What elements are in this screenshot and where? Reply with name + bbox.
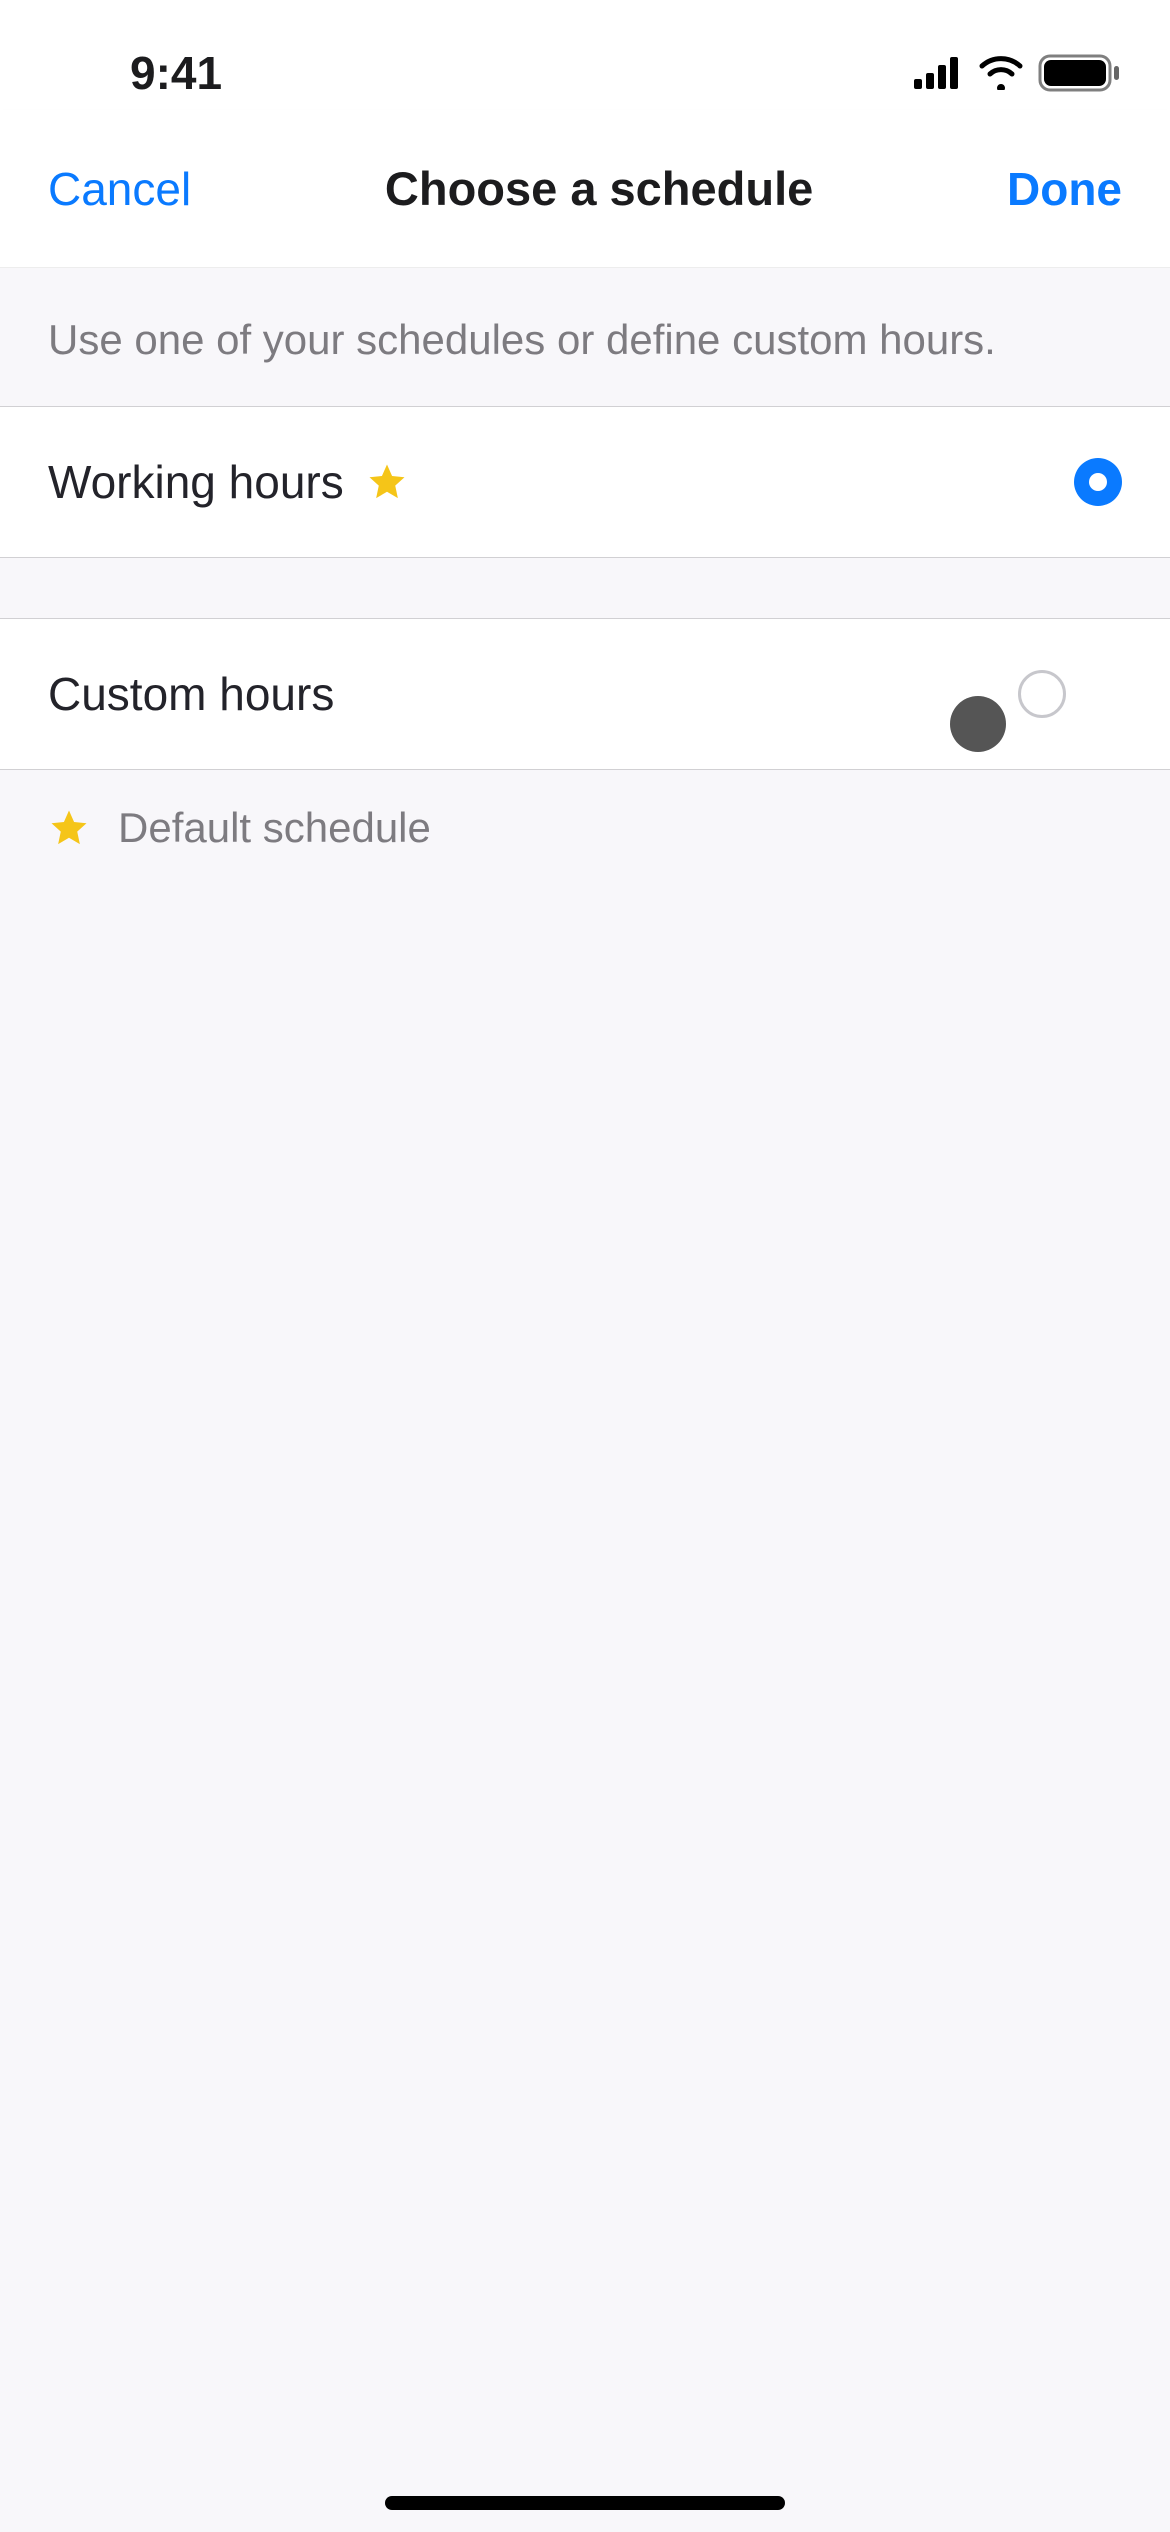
home-indicator[interactable] <box>385 2496 785 2510</box>
page-title: Choose a schedule <box>385 161 813 216</box>
legend-default-schedule: Default schedule <box>0 770 1170 886</box>
status-time: 9:41 <box>50 46 222 100</box>
cancel-button[interactable]: Cancel <box>48 162 191 216</box>
done-button[interactable]: Done <box>1007 162 1122 216</box>
option-label: Custom hours <box>48 667 334 721</box>
legend-text: Default schedule <box>118 804 431 852</box>
section-hint: Use one of your schedules or define cust… <box>0 268 1170 406</box>
nav-bar: Cancel Choose a schedule Done <box>0 110 1170 268</box>
radio-custom-hours[interactable] <box>1018 670 1066 718</box>
battery-icon <box>1038 54 1120 92</box>
wifi-icon <box>978 56 1024 90</box>
cellular-icon <box>914 57 964 89</box>
section-separator <box>0 558 1170 618</box>
cursor-pointer-icon <box>950 696 1006 752</box>
option-label: Working hours <box>48 455 344 509</box>
status-indicators <box>914 54 1120 92</box>
star-icon <box>48 807 90 849</box>
radio-working-hours[interactable] <box>1074 458 1122 506</box>
option-custom-hours[interactable]: Custom hours <box>0 618 1170 770</box>
status-bar: 9:41 <box>0 0 1170 110</box>
star-icon <box>366 461 408 503</box>
option-working-hours[interactable]: Working hours <box>0 406 1170 558</box>
